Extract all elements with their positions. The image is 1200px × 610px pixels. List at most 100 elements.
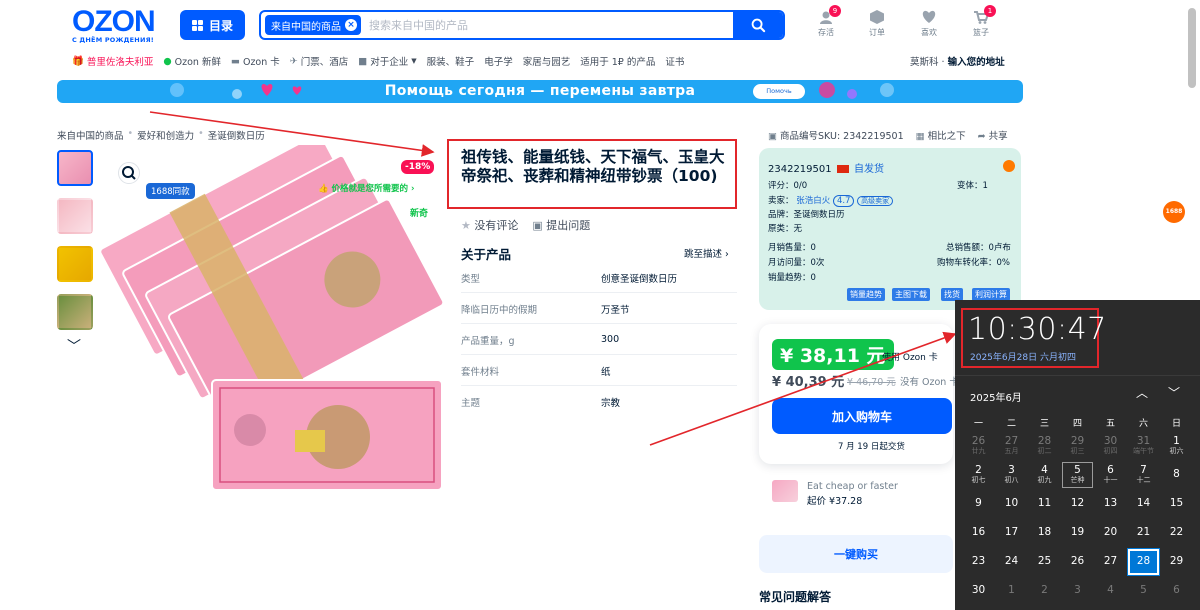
1688-plugin-icon[interactable]: 1688 — [1163, 201, 1185, 223]
breadcrumb-item[interactable]: 圣诞倒数日历 — [208, 128, 265, 142]
subnav-item-electronics[interactable]: 电子学 — [484, 54, 513, 68]
calendar-day[interactable]: 30 — [962, 577, 995, 605]
calendar-day[interactable]: 1 初六 — [1160, 432, 1193, 460]
calendar-day[interactable]: 26 廿九 — [962, 432, 995, 460]
search-filter-chip[interactable]: 来自中国的商品 × — [265, 15, 361, 35]
calendar-day[interactable]: 5 — [1127, 577, 1160, 605]
download-image-button[interactable]: 主图下载 — [892, 288, 930, 301]
subnav-item-travel[interactable]: ✈ 门票、酒店 — [290, 54, 348, 69]
seller-name-link[interactable]: 张浩白火 — [796, 196, 830, 206]
calendar-day[interactable]: 13 — [1094, 490, 1127, 518]
calendar-day[interactable]: 11 — [1028, 490, 1061, 518]
gallery-down-icon[interactable]: ﹀ — [67, 336, 81, 356]
calendar-day[interactable]: 6 十一 — [1094, 461, 1127, 489]
calendar-day[interactable]: 24 — [995, 548, 1028, 576]
calendar-day[interactable]: 27 — [1094, 548, 1127, 576]
close-icon[interactable]: × — [345, 19, 357, 31]
one-click-buy-button[interactable]: 一键购买 — [759, 535, 953, 573]
header-orders[interactable]: 订单 — [857, 10, 897, 38]
spec-key: 降临日历中的假期 — [461, 304, 538, 316]
calendar-day[interactable]: 4 — [1094, 577, 1127, 605]
header-saved[interactable]: 9 存活 — [806, 5, 846, 38]
catalog-button[interactable]: 目录 — [180, 10, 245, 40]
subnav-item-home[interactable]: 家居与园艺 — [523, 54, 571, 68]
similar-1688-badge[interactable]: 1688同款 — [146, 183, 195, 199]
compare-link[interactable]: ▦ 相比之下 — [916, 128, 966, 142]
calendar-day[interactable]: 26 — [1061, 548, 1094, 576]
calendar-day[interactable]: 15 — [1160, 490, 1193, 518]
calendar-day[interactable]: 12 — [1061, 490, 1094, 518]
image-search-icon[interactable] — [118, 162, 140, 184]
calendar-day[interactable]: 14 — [1127, 490, 1160, 518]
compare-label: 相比之下 — [927, 131, 966, 142]
subnav-item-1rub[interactable]: 适用于 1₽ 的产品 — [580, 54, 655, 68]
ozon-logo[interactable]: OZON С ДНЁМ РОЖДЕНИЯ! — [72, 7, 172, 45]
calendar-day[interactable]: 1 — [995, 577, 1028, 605]
subnav-item-fresh[interactable]: ● Ozon 新鲜 — [163, 54, 221, 69]
header-cart[interactable]: 1 篮子 — [961, 5, 1001, 38]
chevron-down-icon[interactable]: ﹀ — [1168, 384, 1180, 401]
calendar-day[interactable]: 29 初三 — [1061, 432, 1094, 460]
banner-help-button[interactable]: Помочь — [753, 84, 805, 99]
calendar-day[interactable]: 17 — [995, 519, 1028, 547]
calendar-day[interactable]: 3 — [1061, 577, 1094, 605]
calendar-day[interactable]: 22 — [1160, 519, 1193, 547]
with-card-label: 使用 Ozon 卡 — [882, 353, 938, 363]
cheap-offer-title[interactable]: Eat cheap or faster — [807, 481, 898, 492]
thumbnail[interactable] — [57, 246, 93, 282]
calendar-day[interactable]: 4 初九 — [1028, 461, 1061, 489]
calendar-day[interactable]: 8 — [1160, 461, 1193, 489]
calendar-day[interactable]: 21 — [1127, 519, 1160, 547]
subnav-item-clothes[interactable]: 服装、鞋子 — [427, 54, 475, 68]
subnav-item-card[interactable]: ▬ Ozon 卡 — [231, 54, 280, 69]
search-input[interactable] — [361, 18, 733, 32]
sales-trend-button[interactable]: 销量趋势 — [847, 288, 885, 301]
breadcrumb-item[interactable]: 爱好和创造力 — [137, 128, 194, 142]
thumbnail[interactable] — [57, 198, 93, 234]
calendar-day[interactable]: 29 — [1160, 548, 1193, 576]
calendar-day[interactable]: 9 — [962, 490, 995, 518]
search-button[interactable] — [733, 12, 783, 38]
sku-text[interactable]: ▣ 商品编号SKU: 2342219501 — [768, 128, 904, 142]
calendar-day[interactable]: 19 — [1061, 519, 1094, 547]
calendar-day[interactable]: 16 — [962, 519, 995, 547]
add-to-cart-button[interactable]: 加入购物车 — [772, 398, 952, 434]
thumbnail[interactable] — [57, 150, 93, 186]
monthly-visits-row: 月访问量：0次 — [768, 258, 825, 268]
header-favorites[interactable]: 喜欢 — [909, 10, 949, 38]
share-link[interactable]: ➦ 共享 — [978, 128, 1008, 142]
promo-banner[interactable]: Помощь сегодня — перемены завтра Помочь — [57, 80, 1023, 103]
calendar-day[interactable]: 6 — [1160, 577, 1193, 605]
calendar-day[interactable]: 2 — [1028, 577, 1061, 605]
no-reviews-label: 没有评论 — [474, 219, 519, 232]
calendar-day[interactable]: 10 — [995, 490, 1028, 518]
calendar-day[interactable]: 3 初八 — [995, 461, 1028, 489]
calendar-day-today[interactable]: 28 — [1127, 548, 1160, 576]
subnav-item-business[interactable]: ■ 对于企业 ▼ — [358, 54, 416, 69]
clock-date-link[interactable]: 2025年6月28日 六月初四 — [970, 350, 1076, 363]
calendar-day[interactable]: 25 — [1028, 548, 1061, 576]
calendar-day[interactable]: 30 初四 — [1094, 432, 1127, 460]
thumbnail[interactable] — [57, 294, 93, 330]
scrollbar-thumb[interactable] — [1188, 8, 1196, 88]
calendar-month[interactable]: 2025年6月 — [970, 389, 1022, 404]
calendar-day[interactable]: 27 五月 — [995, 432, 1028, 460]
jump-to-description-link[interactable]: 跳至描述 › — [684, 246, 729, 260]
subnav-item-prizes[interactable]: 🎁 普里佐洛夫利亚 — [72, 54, 153, 69]
delivery-location[interactable]: 莫斯科 · 输入您的地址 — [910, 54, 1005, 68]
subnav-item-certs[interactable]: 证书 — [665, 54, 684, 68]
breadcrumb-item[interactable]: 来自中国的商品 — [57, 128, 124, 142]
variants-row: 变体：1 — [957, 181, 988, 191]
calendar-day[interactable]: 23 — [962, 548, 995, 576]
calendar-day[interactable]: 5 芒种 — [1061, 461, 1094, 489]
ask-question-link[interactable]: ▣ 提出问题 — [532, 217, 590, 233]
calendar-day[interactable]: 28 初二 — [1028, 432, 1061, 460]
chevron-up-icon[interactable]: ︿ — [1136, 384, 1148, 401]
calendar-day[interactable]: 18 — [1028, 519, 1061, 547]
calendar-day[interactable]: 2 初七 — [962, 461, 995, 489]
no-reviews-link[interactable]: ★ 没有评论 — [461, 217, 518, 233]
calendar-day[interactable]: 7 十二 — [1127, 461, 1160, 489]
offer-thumbnail[interactable] — [772, 480, 798, 502]
calendar-day[interactable]: 20 — [1094, 519, 1127, 547]
calendar-day[interactable]: 31 端午节 — [1127, 432, 1160, 460]
